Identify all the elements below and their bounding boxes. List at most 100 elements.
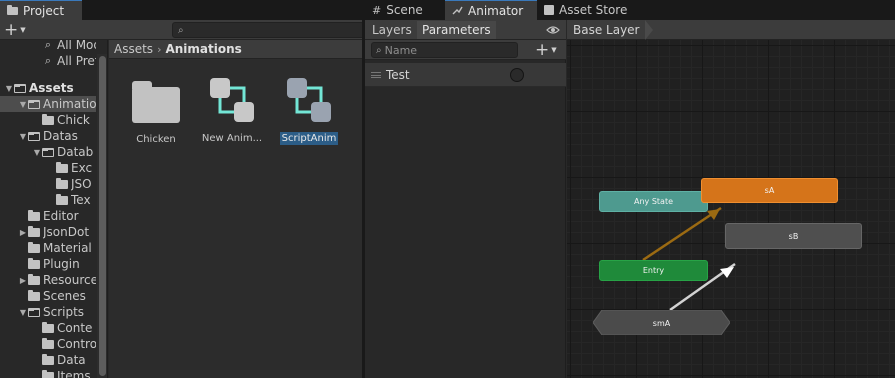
tree-item[interactable]: Editor — [0, 208, 96, 224]
breadcrumb-arrow-icon — [645, 20, 653, 40]
entry-node[interactable]: Entry — [599, 260, 708, 281]
tree-item[interactable]: Material — [0, 240, 96, 256]
folder-icon — [7, 4, 18, 15]
layer-breadcrumb-bar: Base Layer — [567, 20, 895, 40]
animator-controller-icon — [210, 78, 254, 122]
caret-down-icon: ▼ — [20, 26, 26, 34]
eye-icon[interactable] — [546, 23, 560, 37]
tree-item-label: Exc — [71, 161, 93, 175]
expand-arrow-down-icon[interactable]: ▼ — [18, 308, 28, 317]
folder-icon — [42, 113, 54, 125]
tab-asset-store-label: Asset Store — [559, 3, 628, 17]
tree-scrollbar[interactable] — [97, 54, 107, 378]
scrollbar-thumb[interactable] — [99, 56, 106, 376]
folder-icon — [42, 321, 54, 333]
tree-item[interactable]: Exc — [0, 160, 96, 176]
expand-arrow-down-icon[interactable]: ▼ — [4, 84, 14, 93]
layer-breadcrumb[interactable]: Base Layer — [567, 20, 640, 40]
breadcrumb-separator: › — [157, 42, 162, 56]
drag-handle-icon[interactable] — [371, 71, 381, 78]
asset-new-animator-controller[interactable]: New Anim... — [196, 74, 268, 145]
trigger-toggle[interactable] — [510, 68, 524, 82]
tree-item[interactable]: ▶ Resource — [0, 272, 96, 288]
tab-scene[interactable]: # Scene — [365, 0, 443, 20]
tree-item-label: Plugin — [43, 257, 80, 271]
expand-arrow-right-icon[interactable]: ▶ — [18, 228, 28, 237]
animator-window: # Scene Animator Asset Store Layers Para… — [365, 0, 895, 378]
parameters-panel: Layers Parameters ⌕ Name + ▼ Test — [365, 20, 566, 378]
tree-item-label: Items — [57, 369, 91, 378]
folder-icon — [56, 177, 68, 189]
state-node-sB[interactable]: sB — [725, 223, 862, 249]
tree-item-label: Animatio — [43, 97, 96, 111]
create-dropdown-button[interactable]: + ▼ — [4, 21, 26, 39]
state-machine-node-smA[interactable]: smA — [593, 310, 730, 335]
tree-item-label: Contro — [57, 337, 96, 351]
expand-arrow-down-icon[interactable]: ▼ — [32, 148, 42, 157]
tab-project[interactable]: Project — [0, 0, 82, 20]
state-graph[interactable]: Base Layer Any State sA sB Entry smA — [567, 20, 895, 378]
animator-icon — [452, 6, 463, 15]
tree-item[interactable]: JSO — [0, 176, 96, 192]
tree-item-label: Conte — [57, 321, 93, 335]
tab-project-label: Project — [23, 3, 65, 18]
tree-item[interactable]: Tex — [0, 192, 96, 208]
tree-item-label: JsonDot — [43, 225, 90, 239]
tab-animator[interactable]: Animator — [445, 0, 537, 20]
folder-icon — [56, 161, 68, 173]
tree-item-label: All Prefa — [57, 54, 96, 68]
state-node-sA[interactable]: sA — [701, 178, 838, 203]
layer-breadcrumb-label: Base Layer — [573, 23, 640, 37]
expand-arrow-down-icon[interactable]: ▼ — [18, 132, 28, 141]
folder-icon — [42, 353, 54, 365]
expand-arrow-down-icon[interactable]: ▼ — [18, 100, 28, 109]
tab-parameters[interactable]: Parameters — [417, 21, 496, 39]
tree-item[interactable]: Chick — [0, 112, 96, 128]
parameter-search-input[interactable]: ⌕ Name — [371, 42, 518, 58]
parameter-row[interactable]: Test — [365, 63, 566, 87]
folder-tree: ⌕All Mode⌕All Prefa▼Assets▼AnimatioChick… — [0, 40, 108, 378]
tree-item[interactable]: ⌕ All Mode — [0, 40, 96, 53]
tree-item[interactable]: ▼ Assets — [0, 80, 96, 96]
tree-item[interactable]: ⌕ All Prefa — [0, 53, 96, 69]
tab-asset-store[interactable]: Asset Store — [537, 0, 637, 20]
grid-icon: # — [372, 3, 382, 17]
tab-parameters-label: Parameters — [422, 23, 491, 37]
tree-item[interactable]: Conte — [0, 320, 96, 336]
tab-layers[interactable]: Layers — [367, 21, 417, 39]
add-parameter-button[interactable]: + ▼ — [535, 41, 557, 59]
tree-item[interactable]: Data — [0, 352, 96, 368]
folder-icon — [28, 257, 40, 269]
asset-name: New Anim... — [201, 133, 263, 144]
search-placeholder: Name — [384, 43, 418, 57]
expand-arrow-right-icon[interactable]: ▶ — [18, 276, 28, 285]
folder-icon — [132, 81, 180, 123]
tree-item[interactable]: Items — [0, 368, 96, 378]
folder-icon — [28, 241, 40, 253]
tree-item[interactable]: ▼ Datab — [0, 144, 96, 160]
tree-item-label: Data — [57, 353, 86, 367]
breadcrumb-assets[interactable]: Assets — [114, 42, 153, 56]
animator-controller-icon — [287, 78, 331, 122]
parameter-name[interactable]: Test — [386, 68, 410, 82]
asset-chicken-folder[interactable]: Chicken — [120, 76, 192, 146]
tree-item[interactable]: ▼ Scripts — [0, 304, 96, 320]
tree-item[interactable]: ▶ JsonDot — [0, 224, 96, 240]
project-search-input[interactable]: ⌕ — [172, 22, 362, 38]
tab-layers-label: Layers — [372, 23, 412, 37]
tree-item[interactable]: Contro — [0, 336, 96, 352]
any-state-node[interactable]: Any State — [599, 191, 708, 212]
tree-item[interactable]: ▼ Animatio — [0, 96, 96, 112]
tree-item[interactable]: ▼ Datas — [0, 128, 96, 144]
plus-icon: + — [4, 19, 19, 40]
animator-tab-bar: # Scene Animator Asset Store — [365, 0, 895, 20]
asset-scriptanim-controller[interactable]: ScriptAnim — [273, 74, 345, 145]
breadcrumb-current[interactable]: Animations — [165, 42, 241, 56]
search-icon: ⌕ — [44, 40, 52, 51]
search-icon: ⌕ — [178, 25, 184, 36]
tab-scene-label: Scene — [386, 3, 423, 17]
transition-entry-to-sA[interactable] — [642, 206, 722, 262]
tree-item[interactable]: Scenes — [0, 288, 96, 304]
tree-item[interactable]: Plugin — [0, 256, 96, 272]
tree-item-label: Scenes — [43, 289, 86, 303]
